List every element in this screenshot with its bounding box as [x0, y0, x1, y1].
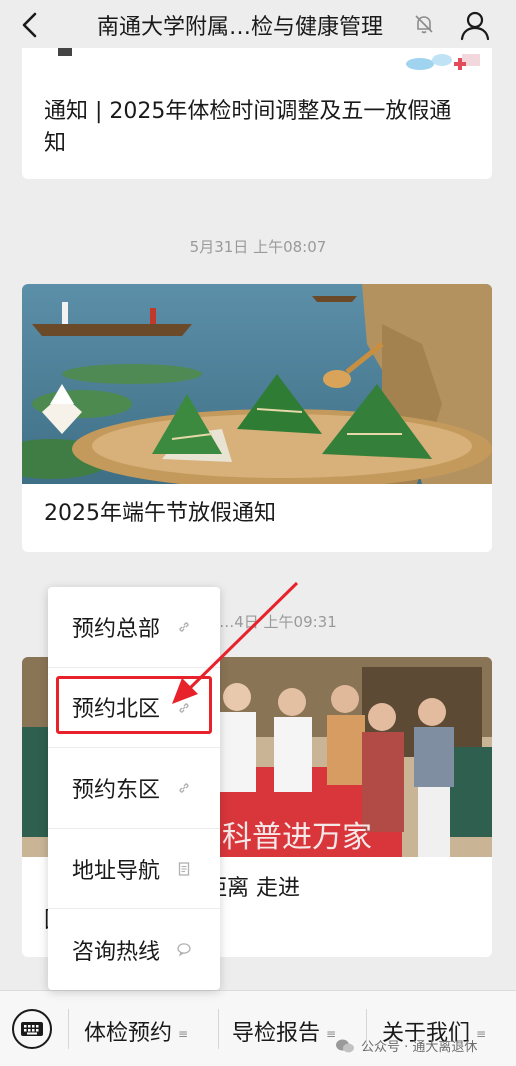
menu-item-book-headquarters[interactable]: 预约总部 — [48, 587, 220, 668]
link-icon — [179, 783, 189, 793]
tab-label: 导检报告 — [232, 1021, 321, 1046]
chevron-left-icon — [22, 12, 37, 38]
timestamp: 5月31日 上午08:07 — [189, 238, 327, 256]
menu-item-label: 地址导航 — [72, 858, 161, 884]
article-title: 2025年端午节放假通知 — [44, 501, 276, 526]
top-bar: 南通大学附属…检与健康管理 — [0, 0, 516, 48]
article-image — [22, 284, 492, 484]
keyboard-toggle-button[interactable] — [12, 1009, 52, 1049]
divider — [68, 1009, 69, 1049]
menu-item-label: 预约总部 — [72, 616, 161, 642]
article-title: 通知 | 2025年体检时间调整及五一放假通知 — [44, 99, 452, 156]
mute-bell-icon[interactable] — [412, 12, 436, 36]
profile-button[interactable] — [458, 8, 492, 42]
popup-menu: 预约总部 预约北区 预约东区 地址导航 咨询热线 — [48, 587, 220, 990]
article-card[interactable]: 通知 | 2025年体检时间调整及五一放假通知 — [22, 48, 492, 179]
wechat-icon — [336, 1039, 354, 1052]
menu-lines-icon: ≡ — [476, 1027, 487, 1041]
link-icon — [179, 622, 189, 632]
menu-item-book-east[interactable]: 预约东区 — [48, 748, 220, 829]
menu-item-label: 咨询热线 — [72, 939, 161, 965]
article-card[interactable]: 2025年端午节放假通知 — [22, 284, 492, 552]
keyboard-icon — [21, 1022, 43, 1036]
user-icon — [460, 11, 490, 41]
tab-label: 体检预约 — [84, 1021, 173, 1046]
page-title: 南通大学附属…检与健康管理 — [96, 15, 383, 40]
article-image — [22, 48, 492, 78]
menu-item-label: 预约东区 — [72, 777, 161, 803]
menu-lines-icon: ≡ — [178, 1027, 189, 1041]
divider — [218, 1009, 219, 1049]
back-button[interactable] — [14, 10, 44, 40]
tab-guide-report[interactable]: 导检报告 ≡ — [232, 1015, 336, 1047]
banner-text: 科普进万家 — [222, 820, 372, 855]
tab-checkup-booking[interactable]: 体检预约 ≡ — [84, 1015, 188, 1047]
chat-bubble-icon — [177, 943, 191, 957]
watermark: 公众号 · 通大离退休 — [335, 1036, 477, 1055]
menu-item-address-navigation[interactable]: 地址导航 — [48, 829, 220, 910]
menu-item-hotline[interactable]: 咨询热线 — [48, 909, 220, 990]
highlight-box — [56, 676, 212, 734]
article-icon — [178, 862, 190, 876]
